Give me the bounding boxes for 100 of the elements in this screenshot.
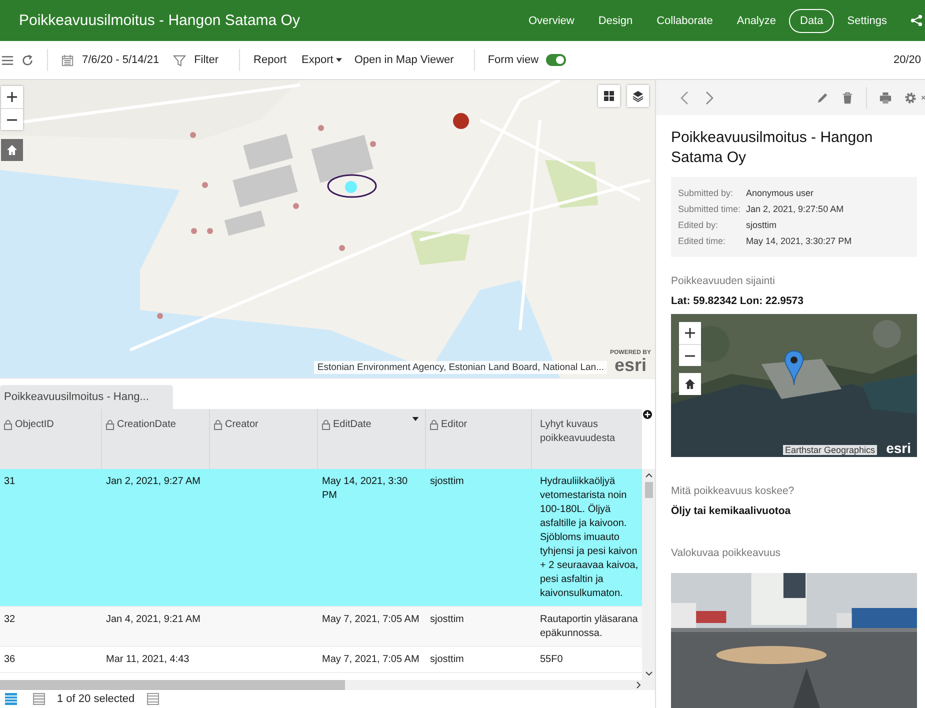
record-title: Poikkeavuusilmoitus - Hangon Satama Oy <box>671 128 874 168</box>
filter-icon[interactable] <box>173 54 186 66</box>
table-cell: Jan 2, 2021, 9:27 AM <box>106 476 201 487</box>
table-view-icon[interactable] <box>5 693 17 705</box>
pencil-icon[interactable] <box>816 90 829 104</box>
refresh-icon[interactable] <box>21 54 34 66</box>
lock-icon <box>322 420 330 430</box>
esri-logo: esri <box>886 440 911 456</box>
field-label: Mitä poikkeavuus koskee? <box>671 484 796 496</box>
filter-button[interactable]: Filter <box>193 52 220 68</box>
table-cell: May 7, 2021, 7:05 AM <box>322 614 420 625</box>
field-label: Poikkeavuuden sijainti <box>671 274 776 286</box>
report-button[interactable]: Report <box>252 52 288 68</box>
table-cell: sjosttim <box>430 654 464 665</box>
lock-icon <box>4 420 12 430</box>
zoom-in-button[interactable] <box>679 322 701 344</box>
metadata-value: Jan 2, 2021, 9:27:50 AM <box>746 202 844 216</box>
zoom-out-button[interactable] <box>679 344 701 366</box>
metadata-label: Edited time: <box>678 234 727 248</box>
table-row[interactable]: 32 Jan 4, 2021, 9:21 AM May 7, 2021, 7:05 AM sjosttim Rautaportin yläsarana epäkunnossa. <box>0 607 642 647</box>
settings-icon[interactable] <box>904 90 917 104</box>
layers-button[interactable] <box>627 85 649 107</box>
export-button[interactable]: Export <box>300 52 334 68</box>
basemap-gallery-button[interactable] <box>598 85 620 107</box>
column-title: Creator <box>225 418 258 432</box>
nav-tab[interactable]: Overview <box>518 8 586 32</box>
scrollbar-thumb[interactable] <box>644 482 652 498</box>
column-title: Lyhyt kuvaus poikkeavuudesta <box>540 418 616 446</box>
column-header[interactable]: Lyhyt kuvaus poikkeavuudesta <box>532 409 642 469</box>
metadata-value: sjosttim <box>746 218 777 232</box>
metadata-value: May 14, 2021, 3:30:27 PM <box>746 234 852 248</box>
date-range-button[interactable]: 7/6/20 - 5/14/21 <box>81 52 160 68</box>
scroll-up-icon[interactable] <box>644 473 652 478</box>
grid-icon <box>603 90 615 102</box>
nav-tab[interactable]: Design <box>587 8 644 32</box>
scrollbar-thumb[interactable] <box>0 680 345 690</box>
table-cell: May 7, 2021, 7:05 AM <box>322 654 420 665</box>
field-value: Lat: 59.82342 Lon: 22.9573 <box>671 294 804 306</box>
metadata-label: Edited by: <box>678 218 720 232</box>
list-view-icon[interactable] <box>33 693 45 705</box>
column-title: Editor <box>441 418 468 432</box>
table-row[interactable] <box>0 469 642 607</box>
table-cell: 31 <box>4 476 16 487</box>
column-title: ObjectID <box>15 418 54 432</box>
form-view-label: Form view <box>488 54 539 66</box>
table-cell: Rautaportin yläsarana epäkunnossa. <box>540 614 638 639</box>
metadata-label: Submitted time: <box>678 202 742 216</box>
table-cell: 55F0 <box>540 654 563 665</box>
metadata-label: Submitted by: <box>678 186 734 200</box>
selection-count: 1 of 20 selected <box>57 693 135 705</box>
metadata-value: Anonymous user <box>746 186 814 200</box>
lock-icon <box>106 420 114 430</box>
home-icon <box>6 144 18 156</box>
vertical-scrollbar[interactable] <box>642 469 655 680</box>
map-pin-icon <box>784 350 804 386</box>
next-icon[interactable] <box>703 90 716 104</box>
open-map-button[interactable]: Open in Map Viewer <box>353 52 455 68</box>
field-value: Öljy tai kemikaalivuotoa <box>671 504 792 516</box>
table-cell: sjosttim <box>430 614 464 625</box>
esri-logo: esri <box>614 356 646 374</box>
home-icon <box>684 378 696 390</box>
previous-icon[interactable] <box>678 90 691 104</box>
table-cell: 36 <box>4 654 16 665</box>
layer-tab[interactable]: Poikkeavuusilmoitus - Hang... <box>0 385 173 409</box>
nav-tab[interactable]: Analyze <box>726 8 787 32</box>
nav-tab[interactable]: Collaborate <box>646 8 724 32</box>
layers-icon <box>632 90 644 102</box>
record-count: 20/20 <box>893 54 921 66</box>
table-cell: Hydrauliikkaöljyä vetomestarista noin 100-180L. Öljyä asfaltille ja kaivoon. Sjöbloms imuauto tyhjensi ja pesi kaivon + 2 seuraavaa kaivoa, pesi asfaltin ja kaivonsulkumaton. <box>540 476 638 599</box>
field-label: Valokuvaa poikkeavuus <box>671 546 782 558</box>
column-title: EditDate <box>333 418 372 432</box>
caret-icon[interactable] <box>336 58 342 62</box>
scroll-down-icon[interactable] <box>644 671 652 676</box>
lock-icon <box>214 420 222 430</box>
grid-view-icon[interactable] <box>146 693 159 705</box>
horizontal-scrollbar[interactable] <box>0 680 655 690</box>
table-cell: sjosttim <box>430 476 464 487</box>
home-button[interactable] <box>679 372 701 394</box>
table-cell: Jan 4, 2021, 9:21 AM <box>106 614 201 625</box>
nav-tab[interactable]: Settings <box>836 8 898 32</box>
menu-icon[interactable] <box>1 54 14 66</box>
lock-icon <box>430 420 438 430</box>
nav-tab[interactable]: Data <box>789 8 834 32</box>
table-cell: 32 <box>4 614 16 625</box>
plus-icon <box>6 91 18 103</box>
zoom-out-button[interactable] <box>1 108 23 130</box>
app-title: Poikkeavuusilmoitus - Hangon Satama Oy <box>19 12 301 29</box>
map-attribution: Estonian Environment Agency, Estonian Land Board, National Lan... <box>314 361 607 374</box>
plus-icon <box>684 326 696 338</box>
zoom-in-button[interactable] <box>1 86 23 108</box>
calendar-icon[interactable] <box>61 54 74 66</box>
trash-icon[interactable] <box>841 90 854 104</box>
table-cell: May 14, 2021, 3:30 PM <box>322 476 408 501</box>
form-view-toggle[interactable] <box>546 54 566 66</box>
print-icon[interactable] <box>879 90 892 104</box>
share-icon[interactable] <box>910 14 923 27</box>
sort-icon[interactable] <box>412 417 419 421</box>
scroll-right-icon[interactable] <box>636 681 641 689</box>
table-cell: Mar 11, 2021, 4:43 <box>106 654 190 665</box>
add-column-icon[interactable] <box>643 410 652 419</box>
